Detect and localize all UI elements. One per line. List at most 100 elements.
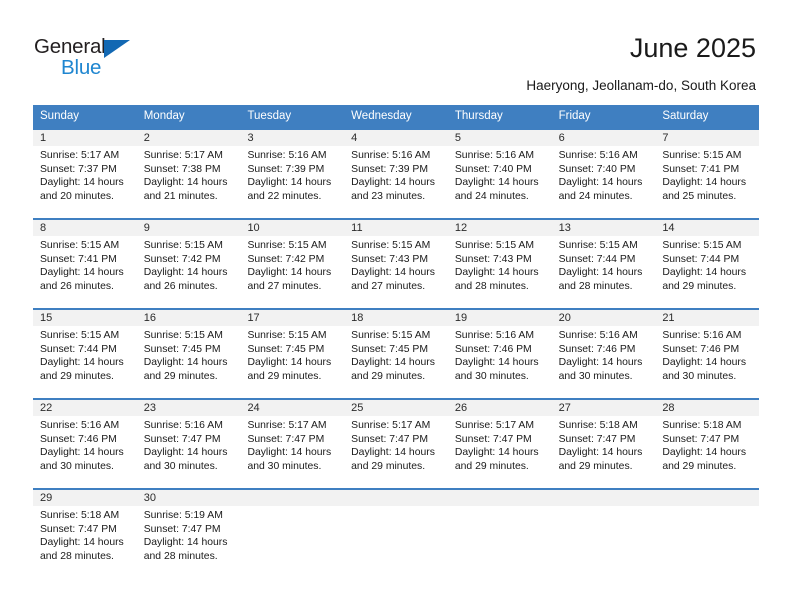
calendar-day-cell[interactable]: 9 Sunrise: 5:15 AM Sunset: 7:42 PM Daylight…	[136, 220, 241, 308]
day-number: 14	[655, 220, 760, 236]
calendar-day-cell[interactable]: 28 Sunrise: 5:18 AM Sunset: 7:47 PM Dayligh…	[655, 400, 760, 488]
daylight-duration-line1: Daylight: 14 hours	[351, 177, 435, 189]
calendar-day-cell[interactable]: 15 Sunrise: 5:15 AM Sunset: 7:44 PM Dayligh…	[33, 310, 137, 398]
day-number	[551, 490, 656, 506]
sunset-time: Sunset: 7:41 PM	[40, 253, 117, 265]
sunset-time: Sunset: 7:47 PM	[40, 523, 117, 535]
calendar-day-cell[interactable]: 23 Sunrise: 5:16 AM Sunset: 7:47 PM Dayligh…	[136, 400, 241, 488]
calendar-day-cell[interactable]: 5 Sunrise: 5:16 AM Sunset: 7:40 PM Daylight…	[447, 130, 552, 218]
calendar-day-cell-empty	[447, 490, 552, 578]
daylight-duration-line1: Daylight: 14 hours	[143, 537, 228, 549]
daylight-duration-line1: Daylight: 14 hours	[454, 447, 539, 459]
daylight-duration-line1: Daylight: 14 hours	[558, 267, 643, 279]
daylight-duration-line2: and 30 minutes.	[40, 460, 114, 472]
logo-triangle-icon	[104, 40, 130, 58]
sunrise-time: Sunrise: 5:18 AM	[558, 420, 638, 431]
day-number: 5	[447, 130, 552, 146]
day-number: 20	[551, 310, 656, 326]
day-number	[447, 490, 552, 506]
calendar-day-cell[interactable]: 7 Sunrise: 5:15 AM Sunset: 7:41 PM Daylight…	[655, 130, 760, 218]
sunrise-time: Sunrise: 5:16 AM	[143, 420, 223, 431]
day-sun-info: Sunrise: 5:16 AM Sunset: 7:40 PM Daylight:…	[448, 146, 552, 203]
calendar-day-cell[interactable]: 21 Sunrise: 5:16 AM Sunset: 7:46 PM Dayligh…	[655, 310, 760, 398]
calendar-page: General Blue June 2025 Haeryong, Jeollan…	[0, 0, 792, 612]
day-number: 2	[136, 130, 241, 146]
day-number: 25	[344, 400, 448, 416]
daylight-duration-line1: Daylight: 14 hours	[40, 177, 124, 189]
sunrise-time: Sunrise: 5:15 AM	[351, 330, 431, 341]
sunrise-time: Sunrise: 5:15 AM	[143, 330, 223, 341]
daylight-duration-line2: and 30 minutes.	[247, 460, 322, 472]
sunrise-time: Sunrise: 5:16 AM	[40, 420, 120, 431]
sunset-time: Sunset: 7:45 PM	[143, 343, 221, 355]
day-sun-info: Sunrise: 5:18 AM Sunset: 7:47 PM Daylight:…	[655, 416, 759, 473]
daylight-duration-line2: and 25 minutes.	[662, 190, 737, 202]
sunrise-time: Sunrise: 5:17 AM	[143, 150, 223, 161]
calendar-day-cell[interactable]: 19 Sunrise: 5:16 AM Sunset: 7:46 PM Dayligh…	[447, 310, 552, 398]
day-sun-info: Sunrise: 5:17 AM Sunset: 7:38 PM Daylight:…	[137, 146, 241, 203]
sunrise-time: Sunrise: 5:17 AM	[351, 420, 431, 431]
calendar-day-cell[interactable]: 12 Sunrise: 5:15 AM Sunset: 7:43 PM Dayligh…	[447, 220, 552, 308]
daylight-duration-line1: Daylight: 14 hours	[351, 267, 435, 279]
daylight-duration-line1: Daylight: 14 hours	[662, 357, 747, 369]
sunset-time: Sunset: 7:42 PM	[143, 253, 221, 265]
daylight-duration-line1: Daylight: 14 hours	[143, 177, 228, 189]
calendar-week-row: 15 Sunrise: 5:15 AM Sunset: 7:44 PM Dayligh…	[33, 308, 760, 398]
calendar-day-cell[interactable]: 27 Sunrise: 5:18 AM Sunset: 7:47 PM Dayligh…	[551, 400, 656, 488]
calendar-day-cell[interactable]: 13 Sunrise: 5:15 AM Sunset: 7:44 PM Dayligh…	[551, 220, 656, 308]
calendar-day-cell[interactable]: 18 Sunrise: 5:15 AM Sunset: 7:45 PM Dayligh…	[344, 310, 448, 398]
daylight-duration-line1: Daylight: 14 hours	[143, 447, 228, 459]
calendar-day-cell[interactable]: 11 Sunrise: 5:15 AM Sunset: 7:43 PM Dayligh…	[344, 220, 448, 308]
calendar-week-row: 8 Sunrise: 5:15 AM Sunset: 7:41 PM Daylight…	[33, 218, 760, 308]
daylight-duration-line1: Daylight: 14 hours	[351, 447, 435, 459]
calendar-day-cell[interactable]: 29 Sunrise: 5:18 AM Sunset: 7:47 PM Dayligh…	[33, 490, 137, 578]
sunrise-time: Sunrise: 5:16 AM	[454, 150, 535, 161]
day-sun-info: Sunrise: 5:15 AM Sunset: 7:42 PM Daylight:…	[240, 236, 344, 293]
page-title: June 2025	[629, 33, 756, 63]
calendar-day-cell[interactable]: 26 Sunrise: 5:17 AM Sunset: 7:47 PM Dayligh…	[447, 400, 552, 488]
calendar-day-cell[interactable]: 30 Sunrise: 5:19 AM Sunset: 7:47 PM Dayligh…	[136, 490, 241, 578]
day-sun-info: Sunrise: 5:18 AM Sunset: 7:47 PM Daylight:…	[552, 416, 656, 473]
day-number: 11	[344, 220, 448, 236]
weekday-tuesday: Tuesday	[247, 110, 292, 122]
daylight-duration-line2: and 28 minutes.	[454, 280, 529, 292]
calendar-day-cell[interactable]: 3 Sunrise: 5:16 AM Sunset: 7:39 PM Daylight…	[240, 130, 345, 218]
calendar-day-cell[interactable]: 2 Sunrise: 5:17 AM Sunset: 7:38 PM Daylight…	[136, 130, 241, 218]
sunset-time: Sunset: 7:44 PM	[662, 253, 740, 265]
calendar-day-cell[interactable]: 24 Sunrise: 5:17 AM Sunset: 7:47 PM Dayligh…	[240, 400, 345, 488]
daylight-duration-line2: and 26 minutes.	[143, 280, 218, 292]
sunrise-time: Sunrise: 5:15 AM	[247, 240, 327, 251]
calendar-day-cell[interactable]: 20 Sunrise: 5:16 AM Sunset: 7:46 PM Dayligh…	[551, 310, 656, 398]
calendar-day-cell[interactable]: 8 Sunrise: 5:15 AM Sunset: 7:41 PM Daylight…	[33, 220, 137, 308]
calendar-day-cell-empty	[344, 490, 448, 578]
calendar-day-cell-empty	[655, 490, 760, 578]
sunset-time: Sunset: 7:45 PM	[247, 343, 325, 355]
sunset-time: Sunset: 7:43 PM	[454, 253, 532, 265]
calendar-day-cell[interactable]: 4 Sunrise: 5:16 AM Sunset: 7:39 PM Daylight…	[344, 130, 448, 218]
daylight-duration-line1: Daylight: 14 hours	[454, 357, 539, 369]
sunrise-time: Sunrise: 5:16 AM	[454, 330, 535, 341]
weekday-saturday: Saturday	[662, 110, 709, 122]
calendar-day-cell[interactable]: 17 Sunrise: 5:15 AM Sunset: 7:45 PM Dayligh…	[240, 310, 345, 398]
calendar-day-cell[interactable]: 14 Sunrise: 5:15 AM Sunset: 7:44 PM Dayligh…	[655, 220, 760, 308]
daylight-duration-line2: and 29 minutes.	[558, 460, 633, 472]
calendar-day-cell[interactable]: 1 Sunrise: 5:17 AM Sunset: 7:37 PM Daylight…	[33, 130, 137, 218]
calendar-day-cell[interactable]: 10 Sunrise: 5:15 AM Sunset: 7:42 PM Dayligh…	[240, 220, 345, 308]
daylight-duration-line2: and 26 minutes.	[40, 280, 114, 292]
sunrise-time: Sunrise: 5:15 AM	[454, 240, 535, 251]
daylight-duration-line2: and 28 minutes.	[558, 280, 633, 292]
day-sun-info: Sunrise: 5:16 AM Sunset: 7:39 PM Daylight:…	[240, 146, 344, 203]
day-sun-info: Sunrise: 5:15 AM Sunset: 7:41 PM Daylight:…	[33, 236, 137, 293]
day-sun-info: Sunrise: 5:16 AM Sunset: 7:46 PM Daylight:…	[33, 416, 137, 473]
calendar-day-cell[interactable]: 22 Sunrise: 5:16 AM Sunset: 7:46 PM Dayligh…	[33, 400, 137, 488]
day-number: 24	[240, 400, 345, 416]
calendar-day-cell[interactable]: 16 Sunrise: 5:15 AM Sunset: 7:45 PM Dayligh…	[136, 310, 241, 398]
daylight-duration-line1: Daylight: 14 hours	[454, 177, 539, 189]
calendar-day-cell[interactable]: 25 Sunrise: 5:17 AM Sunset: 7:47 PM Dayligh…	[344, 400, 448, 488]
calendar-day-cell[interactable]: 6 Sunrise: 5:16 AM Sunset: 7:40 PM Daylight…	[551, 130, 656, 218]
sunset-time: Sunset: 7:47 PM	[454, 433, 532, 445]
day-number: 18	[344, 310, 448, 326]
day-number: 23	[136, 400, 241, 416]
day-number: 7	[655, 130, 760, 146]
sunrise-time: Sunrise: 5:15 AM	[40, 330, 120, 341]
